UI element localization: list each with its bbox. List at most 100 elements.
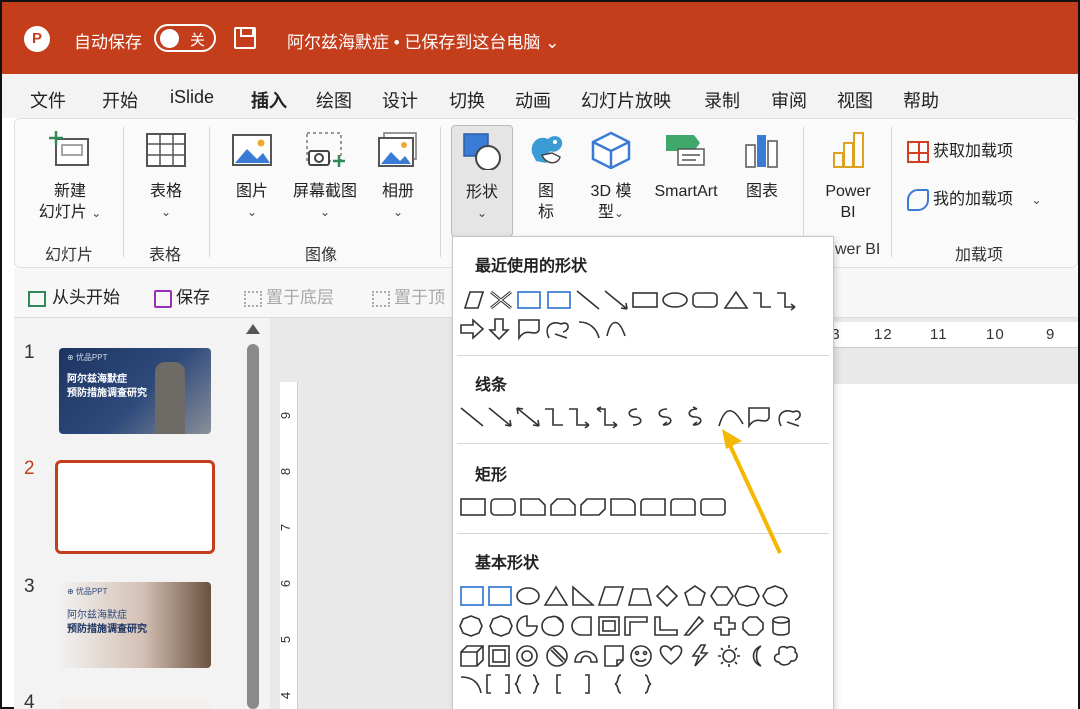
chevron-down-icon: ⌄ [319, 205, 331, 219]
3d-model-button[interactable]: 3D 模 型⌄ [579, 131, 643, 224]
basic-shapes-row-1[interactable] [457, 583, 829, 609]
chevron-down-icon: ⌄ [392, 205, 404, 219]
new-slide-icon [49, 131, 89, 166]
lines-heading: 线条 [475, 377, 508, 394]
tab-insert[interactable]: 插入 [251, 87, 287, 121]
picture-button[interactable]: 图片 ⌄ [225, 131, 279, 223]
photo-album-button[interactable]: 相册 ⌄ [371, 131, 425, 223]
bring-to-front-button[interactable]: 置于顶 [372, 283, 445, 308]
icons-icon [531, 136, 563, 164]
new-slide-button[interactable]: 新建 幻灯片 ⌄ [35, 131, 105, 224]
slideshow-icon [28, 290, 46, 307]
album-label: 相册 [381, 183, 414, 200]
get-addins-button[interactable]: 获取加载项 [907, 141, 1013, 163]
screenshot-button[interactable]: 屏幕截图 ⌄ [285, 131, 365, 223]
chevron-down-icon: ⌄ [246, 205, 258, 219]
chevron-down-icon: ⌄ [476, 206, 488, 220]
tab-home[interactable]: 开始 [102, 87, 138, 113]
qat-save-button[interactable]: 保存 [154, 283, 210, 308]
3d-model-label-2: 型 [597, 204, 614, 221]
power-bi-button[interactable]: Power BI [813, 131, 883, 223]
thumb-subtitle: 预防措施调查研究 [67, 388, 147, 399]
slide-thumbnail-1[interactable]: ⊕ 优品PPT 阿尔兹海默症 预防措施调查研究 [59, 348, 211, 434]
tab-slideshow[interactable]: 幻灯片放映 [581, 87, 671, 113]
slide-thumbnail-4[interactable] [59, 700, 211, 709]
document-title[interactable]: 阿尔兹海默症 • 已保存到这台电脑 ⌄ [287, 28, 559, 53]
rectangles-heading: 矩形 [475, 467, 508, 484]
basic-shapes-row-4[interactable] [457, 671, 829, 697]
recent-shapes-row[interactable] [457, 287, 829, 313]
addins-icon [907, 189, 929, 211]
scrollbar-thumb[interactable] [247, 344, 259, 709]
slide-panel-scrollbar[interactable] [246, 318, 260, 709]
chevron-down-icon: ⌄ [160, 205, 172, 219]
basic-shapes-row-2[interactable] [457, 613, 829, 639]
tab-help[interactable]: 帮助 [903, 87, 939, 113]
group-label-addins: 加载项 [955, 247, 1004, 264]
slide-thumbnail-2-selected[interactable] [55, 460, 215, 554]
tab-file[interactable]: 文件 [30, 87, 66, 113]
tab-islide[interactable]: iSlide [170, 87, 214, 108]
table-icon [146, 133, 186, 167]
group-label-images: 图像 [305, 247, 338, 264]
thumb-logo: ⊕ 优品PPT [67, 587, 108, 596]
thumb-photo [155, 362, 185, 434]
store-icon [907, 141, 929, 163]
send-to-back-button[interactable]: 置于底层 [244, 283, 334, 308]
smartart-button[interactable]: SmartArt [645, 131, 727, 202]
thumb-logo: ⊕ 优品PPT [67, 353, 108, 362]
icons-label-2: 标 [537, 204, 554, 221]
thumb-title: 阿尔兹海默症 [67, 610, 127, 621]
picture-icon [232, 134, 272, 166]
toggle-state-label: 关 [190, 32, 206, 49]
shapes-icon [463, 133, 501, 171]
thumb-title: 阿尔兹海默症 [67, 374, 127, 385]
curve-line-shape[interactable] [718, 409, 744, 427]
chevron-down-icon: ⌄ [1031, 193, 1042, 208]
tab-view[interactable]: 视图 [837, 87, 873, 113]
table-button[interactable]: 表格 ⌄ [139, 131, 193, 223]
chevron-down-icon: ⌄ [545, 33, 560, 52]
tab-transitions[interactable]: 切换 [449, 87, 485, 113]
basic-shapes-row-3[interactable] [457, 642, 829, 668]
icons-label-1: 图 [537, 183, 554, 200]
power-bi-label-2: BI [840, 204, 856, 221]
3d-model-label-1: 3D 模 [590, 183, 632, 200]
slide-thumbnail-3[interactable]: ⊕ 优品PPT 阿尔兹海默症 预防措施调查研究 [59, 582, 211, 668]
power-bi-icon [833, 132, 864, 168]
recent-shapes-heading: 最近使用的形状 [475, 258, 588, 275]
chart-button[interactable]: 图表 [735, 131, 789, 202]
horizontal-ruler: 13 12 11 10 9 [822, 322, 1078, 348]
my-addins-button[interactable]: 我的加载项 ⌄ [907, 189, 1042, 211]
toggle-knob [160, 29, 179, 48]
tab-review[interactable]: 审阅 [771, 87, 807, 113]
shapes-label: 形状 [465, 184, 498, 201]
autosave-label: 自动保存 [74, 33, 142, 52]
shapes-button[interactable]: 形状 ⌄ [451, 125, 513, 237]
bring-front-icon [372, 290, 390, 307]
tab-animations[interactable]: 动画 [515, 87, 551, 113]
power-bi-label-1: Power [825, 183, 871, 200]
title-bar: P 自动保存 关 阿尔兹海默症 • 已保存到这台电脑 ⌄ [2, 2, 1078, 74]
group-label-powerbi: wer BI [835, 241, 881, 258]
icons-button[interactable]: 图 标 [521, 131, 571, 223]
from-start-button[interactable]: 从头开始 [28, 283, 120, 308]
autosave-toggle[interactable]: 关 [154, 24, 216, 52]
table-label: 表格 [149, 183, 182, 200]
new-slide-label-2: 幻灯片 [38, 204, 87, 221]
basic-shapes-heading: 基本形状 [475, 555, 540, 572]
vertical-ruler: 9 8 7 6 5 4 [278, 382, 298, 709]
smartart-label: SmartArt [654, 183, 718, 200]
chart-label: 图表 [745, 183, 778, 200]
scroll-up-icon[interactable] [246, 324, 260, 334]
screenshot-icon [306, 132, 345, 167]
save-icon[interactable] [234, 27, 256, 49]
tab-draw[interactable]: 绘图 [316, 87, 352, 113]
bar-chart-icon [745, 135, 778, 168]
slide-number: 1 [24, 342, 35, 363]
ribbon-tabs: 文件 开始 iSlide 插入 绘图 设计 切换 动画 幻灯片放映 录制 审阅 … [2, 74, 1078, 121]
slide-canvas[interactable] [832, 384, 1078, 709]
photo-album-icon [378, 132, 417, 167]
tab-record[interactable]: 录制 [704, 87, 740, 113]
tab-design[interactable]: 设计 [382, 87, 418, 113]
